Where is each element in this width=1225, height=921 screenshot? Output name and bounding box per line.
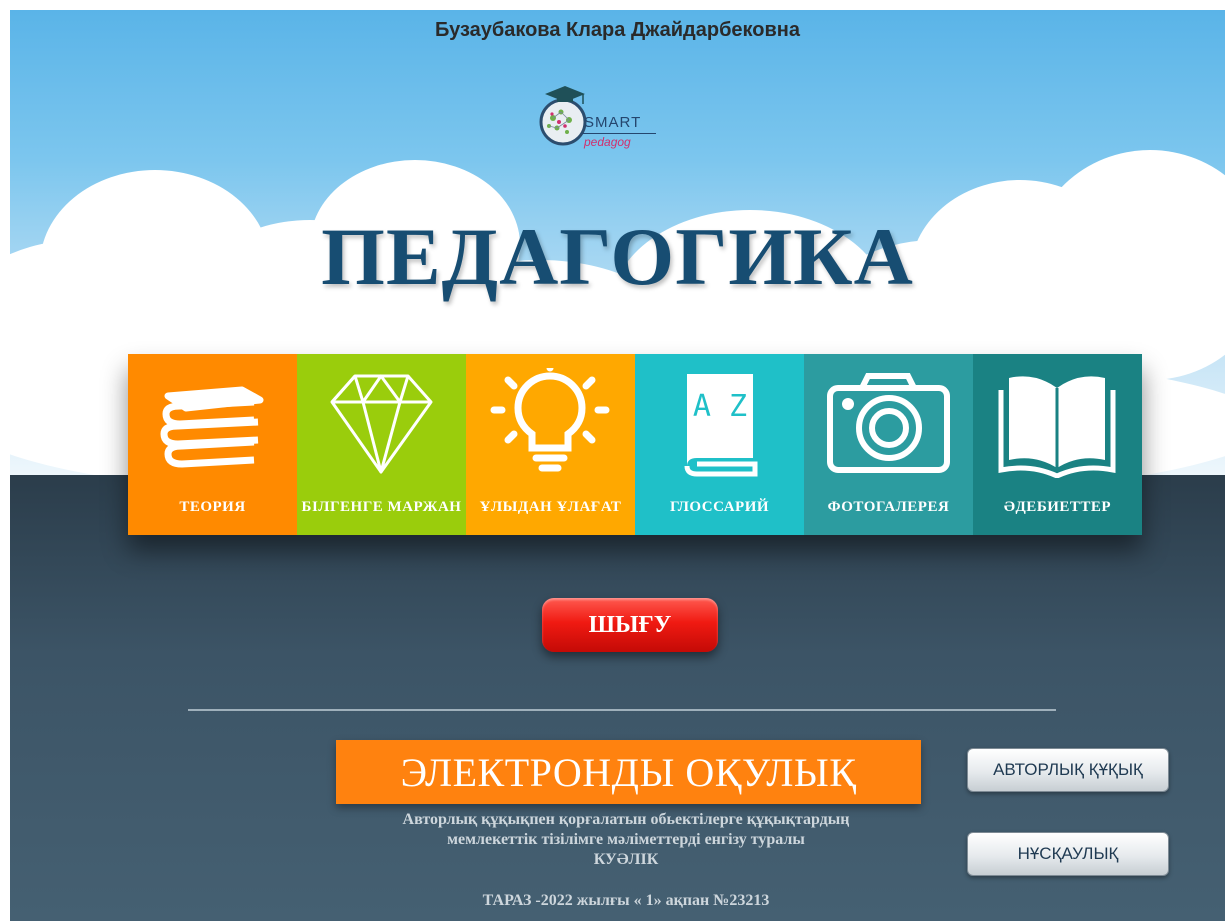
- tile-label: ӘДЕБИЕТТЕР: [1003, 499, 1112, 515]
- tile-glossary[interactable]: A Z ГЛОССАРИЙ: [635, 354, 804, 535]
- logo-text-pedagog: pedagog: [584, 135, 631, 149]
- tile-label: ФОТОГАЛЕРЕЯ: [827, 499, 950, 515]
- certificate-line: Авторлық құқықпен қорғалатын обьектілерг…: [402, 811, 850, 828]
- dictionary-az-icon: A Z: [684, 374, 758, 477]
- tile-gallery[interactable]: ФОТОГАЛЕРЕЯ: [804, 354, 973, 535]
- menu-tiles: ТЕОРИЯ БІЛГЕНГЕ МАРЖАН ҰЛЫДАН ҰЛАҒАТ A Z…: [128, 354, 1142, 535]
- guide-button[interactable]: НҰСҚАУЛЫҚ: [967, 832, 1169, 876]
- tile-label: ҰЛЫДАН ҰЛАҒАТ: [479, 499, 622, 515]
- exit-button[interactable]: ШЫҒУ: [542, 598, 718, 652]
- certificate-footer: ТАРАЗ -2022 жылғы « 1» ақпан №23213: [482, 892, 770, 909]
- tile-label: ТЕОРИЯ: [179, 499, 246, 515]
- svg-text:A Z: A Z: [693, 389, 747, 424]
- certificate-line: мемлекеттік тізілімге мәліметтерді енгіз…: [447, 831, 805, 848]
- tile-theory[interactable]: ТЕОРИЯ: [128, 354, 297, 535]
- tile-wisdom[interactable]: ҰЛЫДАН ҰЛАҒАТ: [466, 354, 635, 535]
- logo-text-smart: SMART: [584, 114, 642, 131]
- diamond-icon: [330, 374, 433, 474]
- page-title: ПЕДАГОГИКА: [321, 211, 914, 302]
- copyright-button[interactable]: АВТОРЛЫҚ ҚҰҚЫҚ: [967, 748, 1169, 792]
- tile-label: БІЛГЕНГЕ МАРЖАН: [301, 499, 462, 515]
- ebook-banner: ЭЛЕКТРОНДЫ ОҚУЛЫҚ: [336, 740, 921, 804]
- divider: [188, 709, 1056, 711]
- tile-literature[interactable]: ӘДЕБИЕТТЕР: [973, 354, 1142, 535]
- tile-label: ГЛОССАРИЙ: [669, 499, 770, 515]
- certificate-title: КУӘЛІК: [593, 851, 659, 868]
- lightbulb-icon: [490, 368, 610, 472]
- author-name: Бузаубакова Клара Джайдарбековна: [434, 19, 801, 41]
- certificate-text: Авторлық құқықпен қорғалатын обьектілерг…: [306, 810, 946, 870]
- camera-icon: [827, 373, 950, 473]
- logo-underline: [582, 133, 656, 134]
- open-book-icon: [998, 376, 1116, 478]
- app-screen: Бузаубакова Клара Джайдарбековна SMART p…: [10, 10, 1225, 921]
- books-icon: [160, 386, 264, 468]
- tile-pearls[interactable]: БІЛГЕНГЕ МАРЖАН: [297, 354, 466, 535]
